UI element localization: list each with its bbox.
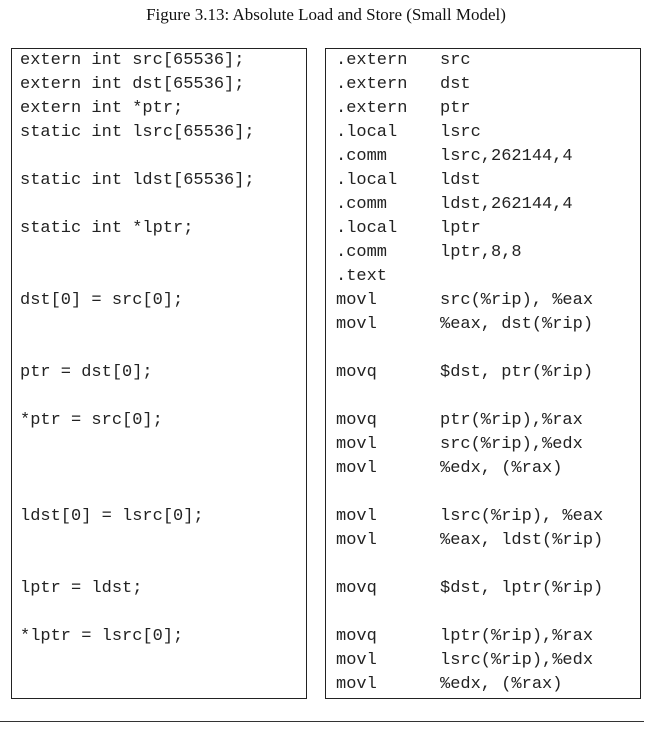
assembly-operand: $dst, ptr(%rip) (440, 363, 594, 382)
assembly-mnemonic: movl (336, 507, 377, 526)
assembly-operand: ptr(%rip),%rax (440, 411, 583, 430)
c-source-line (20, 193, 255, 217)
c-source-line (20, 241, 255, 265)
assembly-operand: ldst,262144,4 (440, 195, 573, 214)
assembly-operand: %eax, dst(%rip) (440, 315, 594, 334)
assembly-mnemonic: .local (336, 219, 398, 238)
assembly-operand: lsrc,262144,4 (440, 147, 573, 166)
c-source-line: static int *lptr; (20, 219, 194, 238)
assembly-operand: %eax, ldst(%rip) (440, 531, 604, 550)
assembly-operand: %edx, (%rax) (440, 675, 563, 694)
c-source-line: extern int src[65536]; (20, 51, 245, 70)
assembly-operand: src(%rip), %eax (440, 291, 594, 310)
assembly-mnemonic: .extern (336, 51, 408, 70)
assembly-mnemonic: movq (336, 627, 377, 646)
assembly-operand (440, 481, 603, 505)
assembly-mnemonic (336, 601, 407, 625)
assembly-mnemonic: .local (336, 123, 398, 142)
c-source-line (20, 145, 255, 169)
c-source-line (20, 673, 255, 697)
assembly-mnemonic: movl (336, 435, 377, 454)
c-source-line (20, 457, 255, 481)
assembly-mnemonic (336, 553, 407, 577)
assembly-operand: lptr(%rip),%rax (440, 627, 594, 646)
assembly-operand: src (440, 51, 471, 70)
c-source-line (20, 553, 255, 577)
assembly-operand (440, 601, 603, 625)
assembly-mnemonic: movq (336, 411, 377, 430)
c-source-line: *lptr = lsrc[0]; (20, 627, 184, 646)
c-source-line: *ptr = src[0]; (20, 411, 163, 430)
c-source-line: dst[0] = src[0]; (20, 291, 184, 310)
assembly-operand (440, 337, 603, 361)
assembly-mnemonic: .local (336, 171, 398, 190)
assembly-operand: ldst (440, 171, 481, 190)
assembly-mnemonic (336, 481, 407, 505)
assembly-operand: $dst, lptr(%rip) (440, 579, 604, 598)
assembly-operands: src dst ptr lsrc lsrc,262144,4 ldst ldst,26214… (440, 49, 603, 697)
c-source-line (20, 481, 255, 505)
assembly-mnemonic: movl (336, 291, 377, 310)
assembly-mnemonic: movq (336, 579, 377, 598)
assembly-operand: lsrc(%rip), %eax (440, 507, 604, 526)
assembly-operand: %edx, (%rax) (440, 459, 563, 478)
bottom-rule (0, 721, 644, 722)
assembly-operand: lptr (440, 219, 481, 238)
assembly-operand (440, 553, 603, 577)
assembly-mnemonic: movl (336, 651, 377, 670)
assembly-mnemonic: .extern (336, 99, 408, 118)
assembly-operand: lsrc (440, 123, 481, 142)
c-source-line (20, 313, 255, 337)
assembly-mnemonic: movq (336, 363, 377, 382)
c-source-line (20, 601, 255, 625)
assembly-operand: src(%rip),%edx (440, 435, 583, 454)
assembly-operand: dst (440, 75, 471, 94)
c-source-line (20, 433, 255, 457)
assembly-mnemonic: movl (336, 315, 377, 334)
assembly-mnemonic: .comm (336, 195, 388, 214)
assembly-operand: ptr (440, 99, 471, 118)
c-source-line: ptr = dst[0]; (20, 363, 153, 382)
c-source-line (20, 529, 255, 553)
assembly-mnemonics: .extern .extern .extern .local .comm .local .c… (336, 49, 407, 697)
assembly-mnemonic (336, 337, 407, 361)
assembly-mnemonic: movl (336, 675, 377, 694)
c-source-line: extern int *ptr; (20, 99, 184, 118)
assembly-mnemonic: .extern (336, 75, 408, 94)
c-source-line: static int lsrc[65536]; (20, 123, 255, 142)
assembly-mnemonic: movl (336, 531, 377, 550)
assembly-mnemonic: .comm (336, 147, 388, 166)
figure-caption: Figure 3.13: Absolute Load and Store (Sm… (146, 5, 506, 24)
c-source-line (20, 649, 255, 673)
c-source-line: lptr = ldst; (20, 579, 143, 598)
assembly-mnemonic: movl (336, 459, 377, 478)
c-source-line (20, 337, 255, 361)
c-source-code: extern int src[65536]; extern int dst[655… (20, 49, 255, 697)
assembly-operand: lptr,8,8 (440, 243, 522, 262)
c-source-line: static int ldst[65536]; (20, 171, 255, 190)
assembly-mnemonic (336, 385, 407, 409)
c-source-line (20, 385, 255, 409)
assembly-operand (440, 385, 603, 409)
assembly-mnemonic: .comm (336, 243, 388, 262)
assembly-operand (440, 265, 603, 289)
c-source-line: extern int dst[65536]; (20, 75, 245, 94)
assembly-operand: lsrc(%rip),%edx (440, 651, 594, 670)
c-source-line: ldst[0] = lsrc[0]; (20, 507, 204, 526)
c-source-line (20, 265, 255, 289)
assembly-mnemonic: .text (336, 267, 388, 286)
